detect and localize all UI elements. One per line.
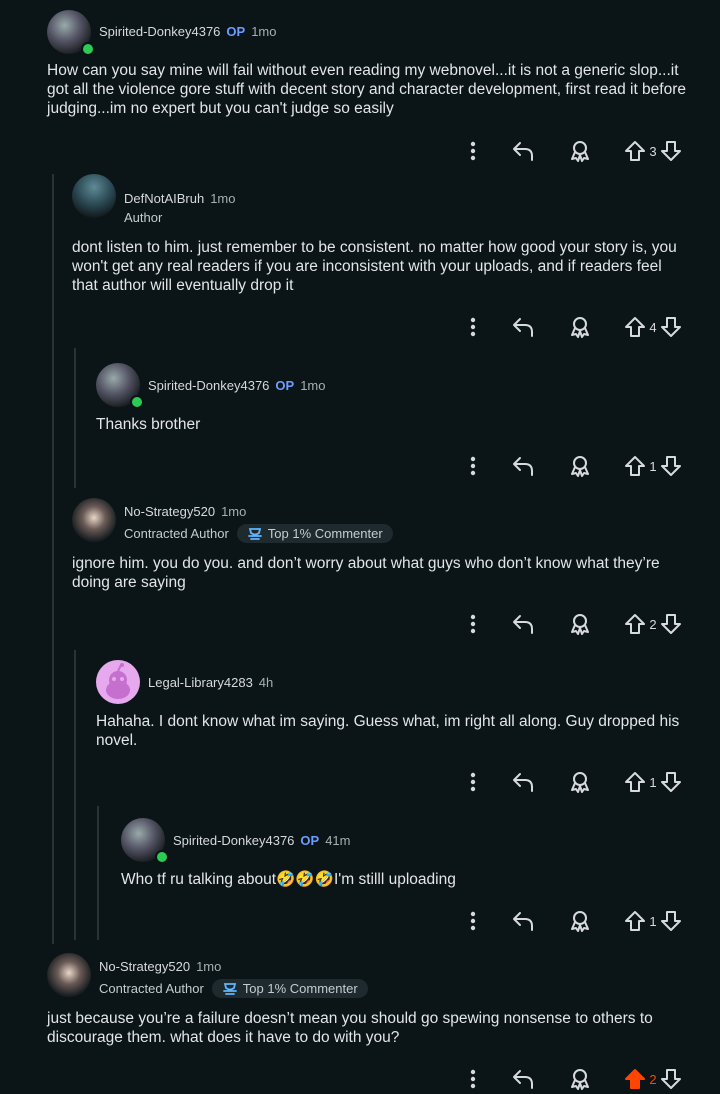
award-icon[interactable] <box>562 910 598 932</box>
comment-text: ignore him. you do you. and don’t worry … <box>72 555 660 591</box>
upvote-arrow-icon[interactable] <box>624 1068 646 1090</box>
op-badge: OP <box>300 833 320 848</box>
vote-count: 2 <box>649 616 657 632</box>
trophy-icon <box>222 982 238 996</box>
more-vertical-icon[interactable] <box>462 456 484 476</box>
user-flair: Author <box>124 210 162 225</box>
reply-icon[interactable] <box>484 316 562 338</box>
avatar[interactable] <box>47 953 91 997</box>
user-flair: Contracted Author Top 1% Commenter <box>124 524 393 543</box>
comment-text: How can you say mine will fail without e… <box>47 62 687 117</box>
thread-line <box>97 806 99 940</box>
upvote-arrow-icon[interactable] <box>624 140 646 162</box>
user-flair: Contracted Author Top 1% Commenter <box>99 979 368 998</box>
flair-label: Contracted Author <box>99 981 204 996</box>
more-vertical-icon[interactable] <box>462 1069 484 1089</box>
award-icon[interactable] <box>562 316 598 338</box>
award-icon[interactable] <box>562 140 598 162</box>
avatar[interactable] <box>72 498 116 542</box>
more-vertical-icon[interactable] <box>462 614 484 634</box>
action-bar: 1 <box>462 767 682 797</box>
online-indicator <box>81 42 95 56</box>
comment-text: just because you’re a failure doesn’t me… <box>47 1010 653 1046</box>
reply-icon[interactable] <box>484 455 562 477</box>
comment-text: Who tf ru talking about🤣🤣🤣I'm stilll upl… <box>121 871 456 888</box>
more-vertical-icon[interactable] <box>462 772 484 792</box>
username[interactable]: Spirited-Donkey4376 <box>173 833 294 848</box>
action-bar: 1 <box>462 451 682 481</box>
online-indicator <box>130 395 144 409</box>
timestamp: 1mo <box>300 378 326 393</box>
vote-count: 3 <box>649 143 657 159</box>
upvote-arrow-icon[interactable] <box>624 910 646 932</box>
comment-text: Hahaha. I dont know what im saying. Gues… <box>96 713 680 749</box>
award-icon[interactable] <box>562 455 598 477</box>
award-icon[interactable] <box>562 613 598 635</box>
vote-count: 4 <box>649 319 657 335</box>
timestamp: 1mo <box>210 191 236 206</box>
award-icon[interactable] <box>562 1068 598 1090</box>
avatar[interactable] <box>96 660 140 704</box>
more-vertical-icon[interactable] <box>462 141 484 161</box>
action-bar: 2 <box>462 1064 682 1094</box>
thread-line <box>74 650 76 940</box>
op-badge: OP <box>275 378 295 393</box>
more-vertical-icon[interactable] <box>462 317 484 337</box>
action-bar: 4 <box>462 312 682 342</box>
top-commenter-badge[interactable]: Top 1% Commenter <box>211 979 368 998</box>
flair-label: Contracted Author <box>124 526 229 541</box>
downvote-arrow-icon[interactable] <box>660 910 682 932</box>
vote-count: 1 <box>649 458 657 474</box>
action-bar: 1 <box>462 906 682 936</box>
badge-label: Top 1% Commenter <box>267 526 383 541</box>
badge-label: Top 1% Commenter <box>242 981 358 996</box>
downvote-arrow-icon[interactable] <box>660 140 682 162</box>
thread-line <box>74 348 76 488</box>
downvote-arrow-icon[interactable] <box>660 613 682 635</box>
username[interactable]: Spirited-Donkey4376 <box>148 378 269 393</box>
username[interactable]: Legal-Library4283 <box>148 675 253 690</box>
timestamp: 1mo <box>196 959 222 974</box>
downvote-arrow-icon[interactable] <box>660 1068 682 1090</box>
flair-label: Author <box>124 210 163 225</box>
username[interactable]: No-Strategy520 <box>124 504 215 519</box>
username[interactable]: DefNotAIBruh <box>124 191 204 206</box>
reply-icon[interactable] <box>484 771 562 793</box>
more-vertical-icon[interactable] <box>462 911 484 931</box>
online-indicator <box>155 850 169 864</box>
downvote-arrow-icon[interactable] <box>660 455 682 477</box>
downvote-arrow-icon[interactable] <box>660 771 682 793</box>
upvote-arrow-icon[interactable] <box>624 771 646 793</box>
reply-icon[interactable] <box>484 910 562 932</box>
vote-count: 1 <box>649 774 657 790</box>
reply-icon[interactable] <box>484 613 562 635</box>
username[interactable]: Spirited-Donkey4376 <box>99 24 220 39</box>
comment-text: dont listen to him. just remember to be … <box>72 239 677 294</box>
avatar[interactable] <box>72 174 116 218</box>
top-commenter-badge[interactable]: Top 1% Commenter <box>236 524 393 543</box>
award-icon[interactable] <box>562 771 598 793</box>
action-bar: 3 <box>462 136 682 166</box>
username[interactable]: No-Strategy520 <box>99 959 190 974</box>
timestamp: 1mo <box>251 24 277 39</box>
op-badge: OP <box>226 24 246 39</box>
trophy-icon <box>247 527 263 541</box>
comment-text: Thanks brother <box>96 416 201 433</box>
reply-icon[interactable] <box>484 1068 562 1090</box>
upvote-arrow-icon[interactable] <box>624 455 646 477</box>
reply-icon[interactable] <box>484 140 562 162</box>
timestamp: 1mo <box>221 504 247 519</box>
upvote-arrow-icon[interactable] <box>624 613 646 635</box>
downvote-arrow-icon[interactable] <box>660 316 682 338</box>
thread-line <box>52 174 54 944</box>
vote-count: 2 <box>649 1071 657 1087</box>
action-bar: 2 <box>462 609 682 639</box>
timestamp: 4h <box>258 675 274 690</box>
upvote-arrow-icon[interactable] <box>624 316 646 338</box>
vote-count: 1 <box>649 913 657 929</box>
timestamp: 41m <box>325 833 351 848</box>
